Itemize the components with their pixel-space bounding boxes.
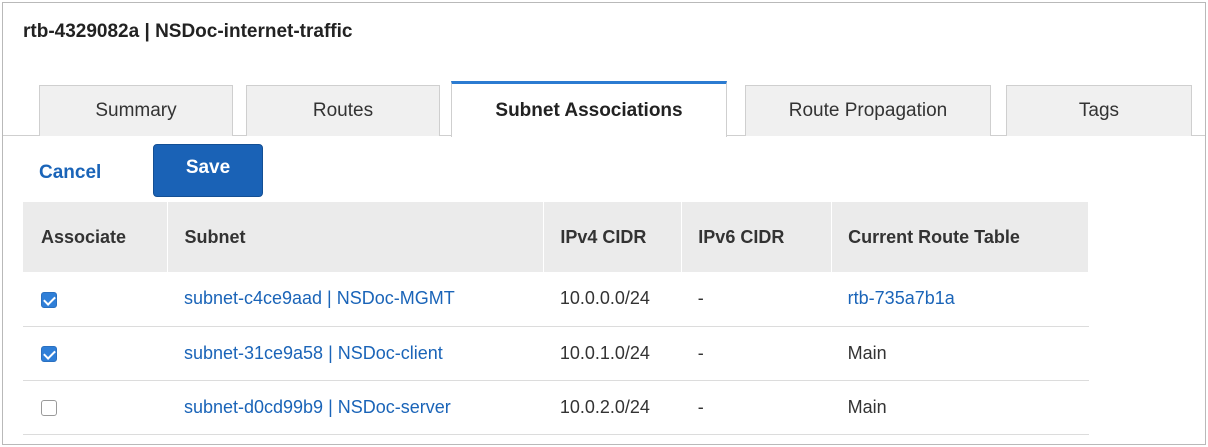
header-associate: Associate xyxy=(23,202,169,272)
route-table-link[interactable]: rtb-735a7b1a xyxy=(848,288,955,308)
ipv6-cidr-cell: - xyxy=(681,326,832,381)
header-current-route-table: Current Route Table xyxy=(831,202,1089,272)
associate-cell xyxy=(23,272,168,327)
route-table-cell: Main xyxy=(831,380,1089,435)
tab-routes[interactable]: Routes xyxy=(246,85,440,136)
table-row: subnet-31ce9a58 | NSDoc-client 10.0.1.0/… xyxy=(23,326,1089,381)
ipv4-cidr-cell: 10.0.0.0/24 xyxy=(543,272,682,327)
ipv6-cidr-cell: - xyxy=(681,272,832,327)
associate-cell xyxy=(23,380,168,435)
route-table-panel: rtb-4329082a | NSDoc-internet-traffic Su… xyxy=(2,2,1206,445)
header-ipv4-cidr: IPv4 CIDR xyxy=(543,202,683,272)
header-ipv6-cidr: IPv6 CIDR xyxy=(681,202,833,272)
ipv4-cidr-cell: 10.0.1.0/24 xyxy=(543,326,682,381)
subnet-link[interactable]: subnet-c4ce9aad | NSDoc-MGMT xyxy=(184,288,455,308)
subnet-cell: subnet-31ce9a58 | NSDoc-client xyxy=(167,326,544,381)
route-table-cell: rtb-735a7b1a xyxy=(831,272,1089,327)
table-row: subnet-c4ce9aad | NSDoc-MGMT 10.0.0.0/24… xyxy=(23,272,1089,327)
tab-subnet-associations[interactable]: Subnet Associations xyxy=(451,81,727,137)
tab-tags[interactable]: Tags xyxy=(1006,85,1192,136)
route-table-cell: Main xyxy=(831,326,1089,381)
associate-checkbox[interactable] xyxy=(41,291,57,308)
tab-route-propagation[interactable]: Route Propagation xyxy=(745,85,991,136)
subnet-cell: subnet-c4ce9aad | NSDoc-MGMT xyxy=(167,272,544,327)
table-header-row: Associate Subnet IPv4 CIDR IPv6 CIDR Cur… xyxy=(23,202,1089,272)
associate-checkbox[interactable] xyxy=(41,345,57,362)
save-button[interactable]: Save xyxy=(153,144,263,197)
page-title: rtb-4329082a | NSDoc-internet-traffic xyxy=(23,21,353,42)
subnet-link[interactable]: subnet-d0cd99b9 | NSDoc-server xyxy=(184,397,451,417)
tab-summary[interactable]: Summary xyxy=(39,85,233,136)
ipv4-cidr-cell: 10.0.2.0/24 xyxy=(543,380,682,435)
subnet-cell: subnet-d0cd99b9 | NSDoc-server xyxy=(167,380,544,435)
subnet-link[interactable]: subnet-31ce9a58 | NSDoc-client xyxy=(184,343,443,363)
associate-checkbox[interactable] xyxy=(41,399,57,416)
header-subnet: Subnet xyxy=(167,202,545,272)
associate-cell xyxy=(23,326,168,381)
cancel-button[interactable]: Cancel xyxy=(39,162,101,184)
subnet-associations-table: Associate Subnet IPv4 CIDR IPv6 CIDR Cur… xyxy=(23,202,1089,435)
table-row: subnet-d0cd99b9 | NSDoc-server 10.0.2.0/… xyxy=(23,380,1089,435)
ipv6-cidr-cell: - xyxy=(681,380,832,435)
